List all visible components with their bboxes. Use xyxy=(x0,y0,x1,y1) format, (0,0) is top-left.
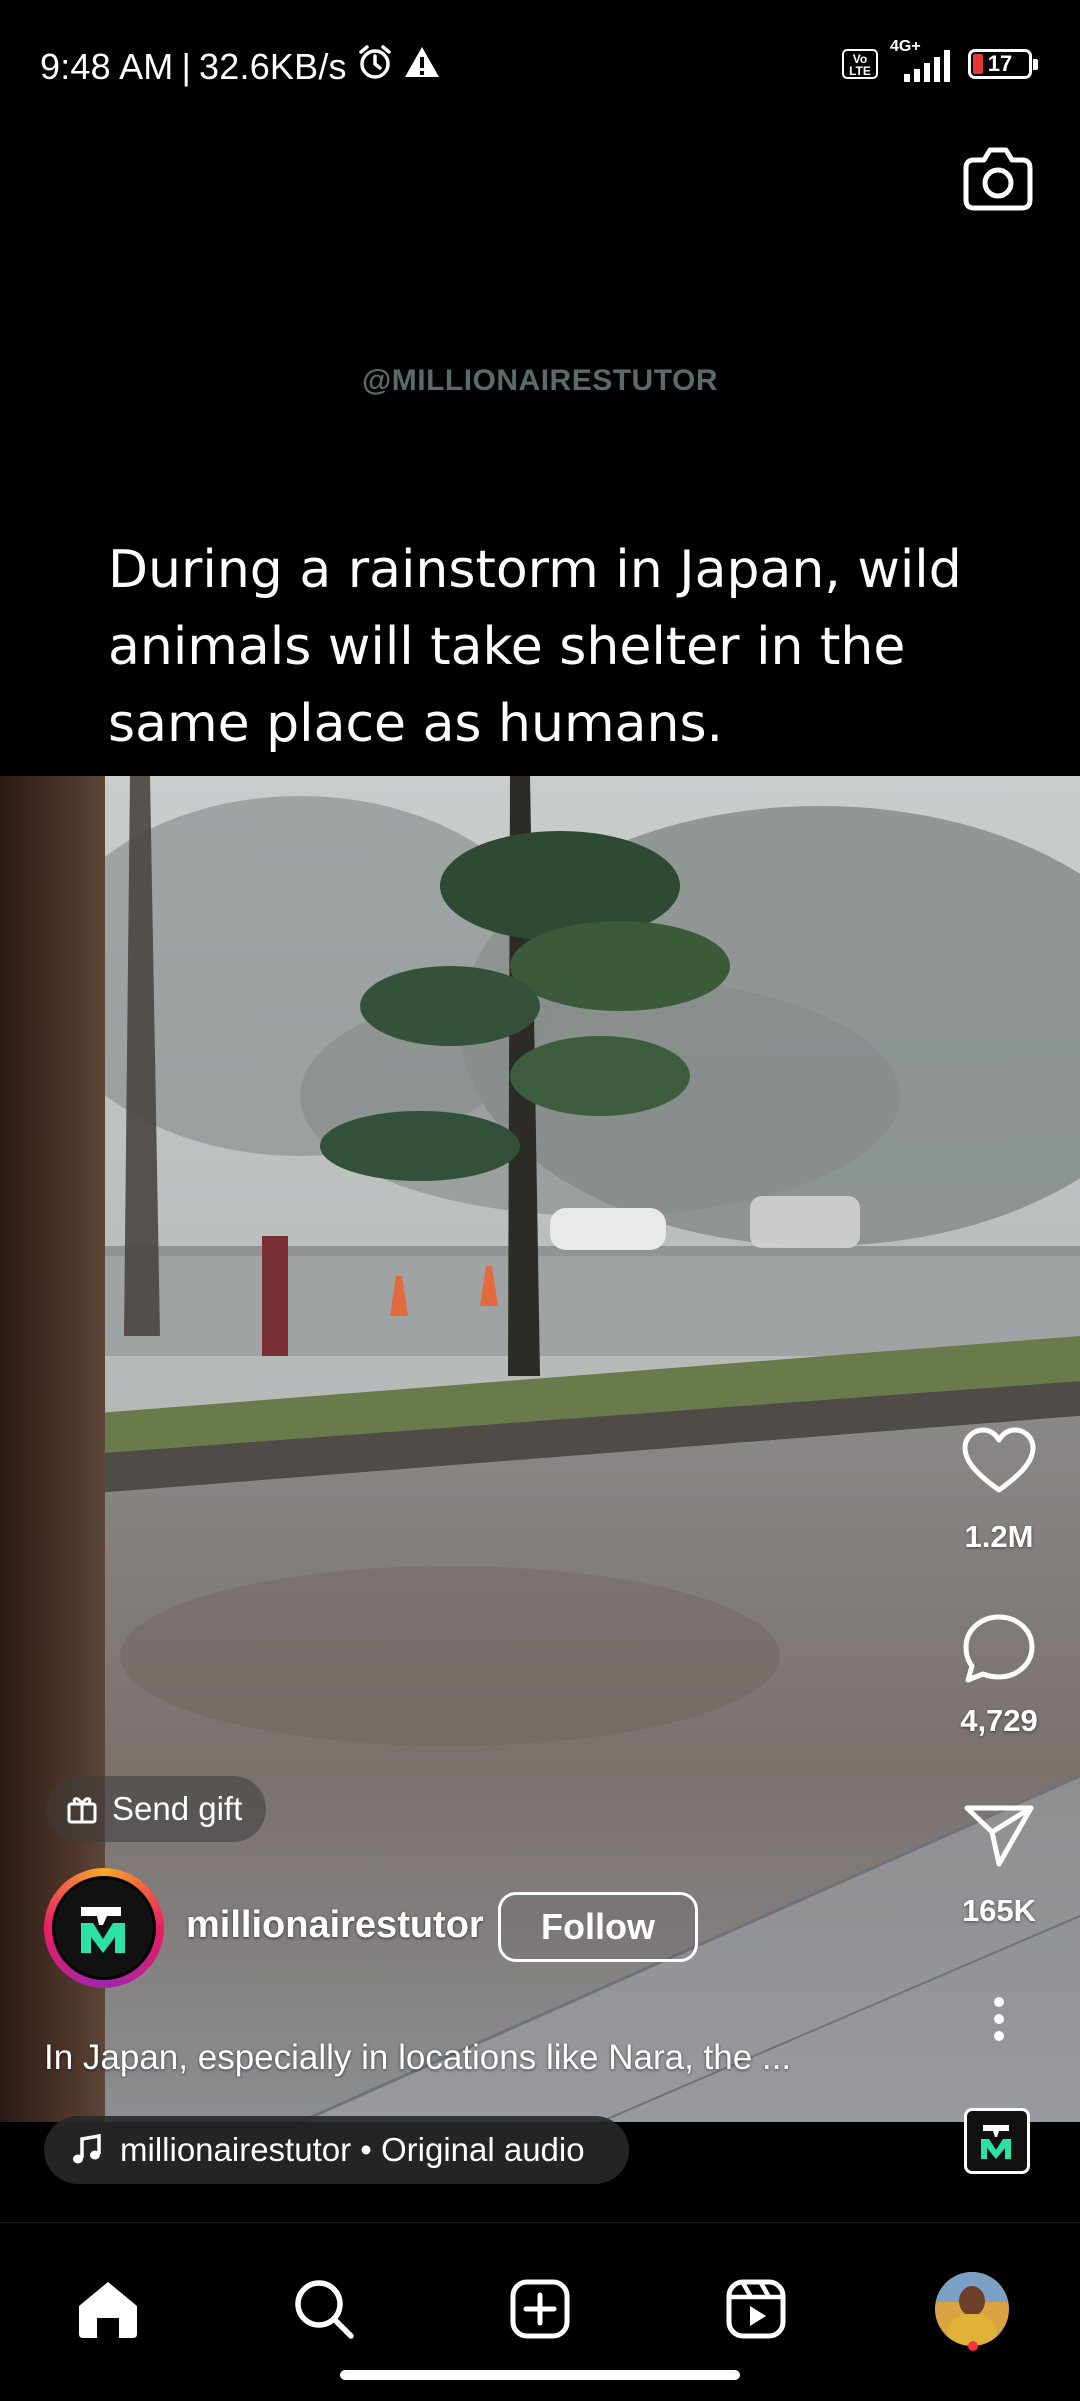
status-time: 9:48 AM xyxy=(40,45,174,87)
home-indicator[interactable] xyxy=(340,2370,740,2380)
audio-thumbnail[interactable] xyxy=(964,2108,1030,2174)
battery-level: 17 xyxy=(987,51,1013,76)
comment-button[interactable]: 4,729 xyxy=(944,1612,1054,1739)
nav-reels[interactable] xyxy=(706,2259,806,2359)
avatar[interactable] xyxy=(52,1876,156,1980)
warning-icon xyxy=(403,44,441,89)
share-icon xyxy=(964,1805,1034,1867)
nav-search[interactable] xyxy=(274,2259,374,2359)
post-caption[interactable]: In Japan, especially in locations like N… xyxy=(44,2038,904,2078)
author-username[interactable]: millionairestutor xyxy=(186,1904,484,1947)
camera-button[interactable] xyxy=(960,144,1036,214)
camera-icon xyxy=(963,147,1033,211)
home-icon xyxy=(79,2282,137,2338)
comments-count: 4,729 xyxy=(960,1703,1038,1738)
network-speed: 32.6KB/s xyxy=(199,45,347,87)
send-gift-button[interactable]: Send gift xyxy=(46,1776,267,1842)
like-button[interactable]: 1.2M xyxy=(944,1426,1054,1555)
more-icon xyxy=(994,1997,1004,2041)
nav-home[interactable] xyxy=(58,2259,158,2359)
video-watermark: @MILLIONAIRESTUTOR xyxy=(361,364,719,397)
battery-icon: 17 xyxy=(968,49,1038,79)
status-left: 9:48 AM | 32.6KB/s xyxy=(40,42,441,91)
brand-logo-icon xyxy=(981,2125,1011,2159)
nav-create[interactable] xyxy=(490,2259,590,2359)
audio-label: millionairestutor • Original audio xyxy=(120,2131,585,2168)
status-separator: | xyxy=(181,45,192,87)
comment-icon xyxy=(963,1614,1035,1683)
add-post-icon xyxy=(510,2279,570,2339)
alarm-icon xyxy=(355,42,395,91)
video-caption-overlay: During a rainstorm in Japan, wild animal… xyxy=(108,540,962,754)
heart-icon xyxy=(962,1427,1036,1493)
volte-icon: Vo LTE xyxy=(842,49,878,79)
music-note-icon xyxy=(73,2134,101,2164)
search-icon xyxy=(295,2280,354,2339)
status-right: Vo LTE 4G+ 17 xyxy=(842,38,1038,84)
brand-logo-icon xyxy=(81,1907,125,1953)
likes-count: 1.2M xyxy=(964,1519,1034,1554)
share-button[interactable]: 165K xyxy=(944,1802,1054,1929)
gift-icon xyxy=(67,1797,97,1824)
notification-dot xyxy=(968,2341,978,2351)
follow-button[interactable]: Follow xyxy=(498,1892,698,1962)
shares-count: 165K xyxy=(961,1893,1037,1928)
audio-button[interactable]: millionairestutor • Original audio xyxy=(44,2116,629,2184)
reels-icon xyxy=(726,2279,786,2339)
profile-avatar xyxy=(935,2272,1009,2346)
signal-icon: 4G+ xyxy=(890,38,956,84)
more-options-button[interactable] xyxy=(944,1996,1054,2048)
send-gift-label: Send gift xyxy=(112,1790,243,1827)
status-bar: 9:48 AM | 32.6KB/s Vo LTE 4G+ 17 xyxy=(0,0,1080,130)
